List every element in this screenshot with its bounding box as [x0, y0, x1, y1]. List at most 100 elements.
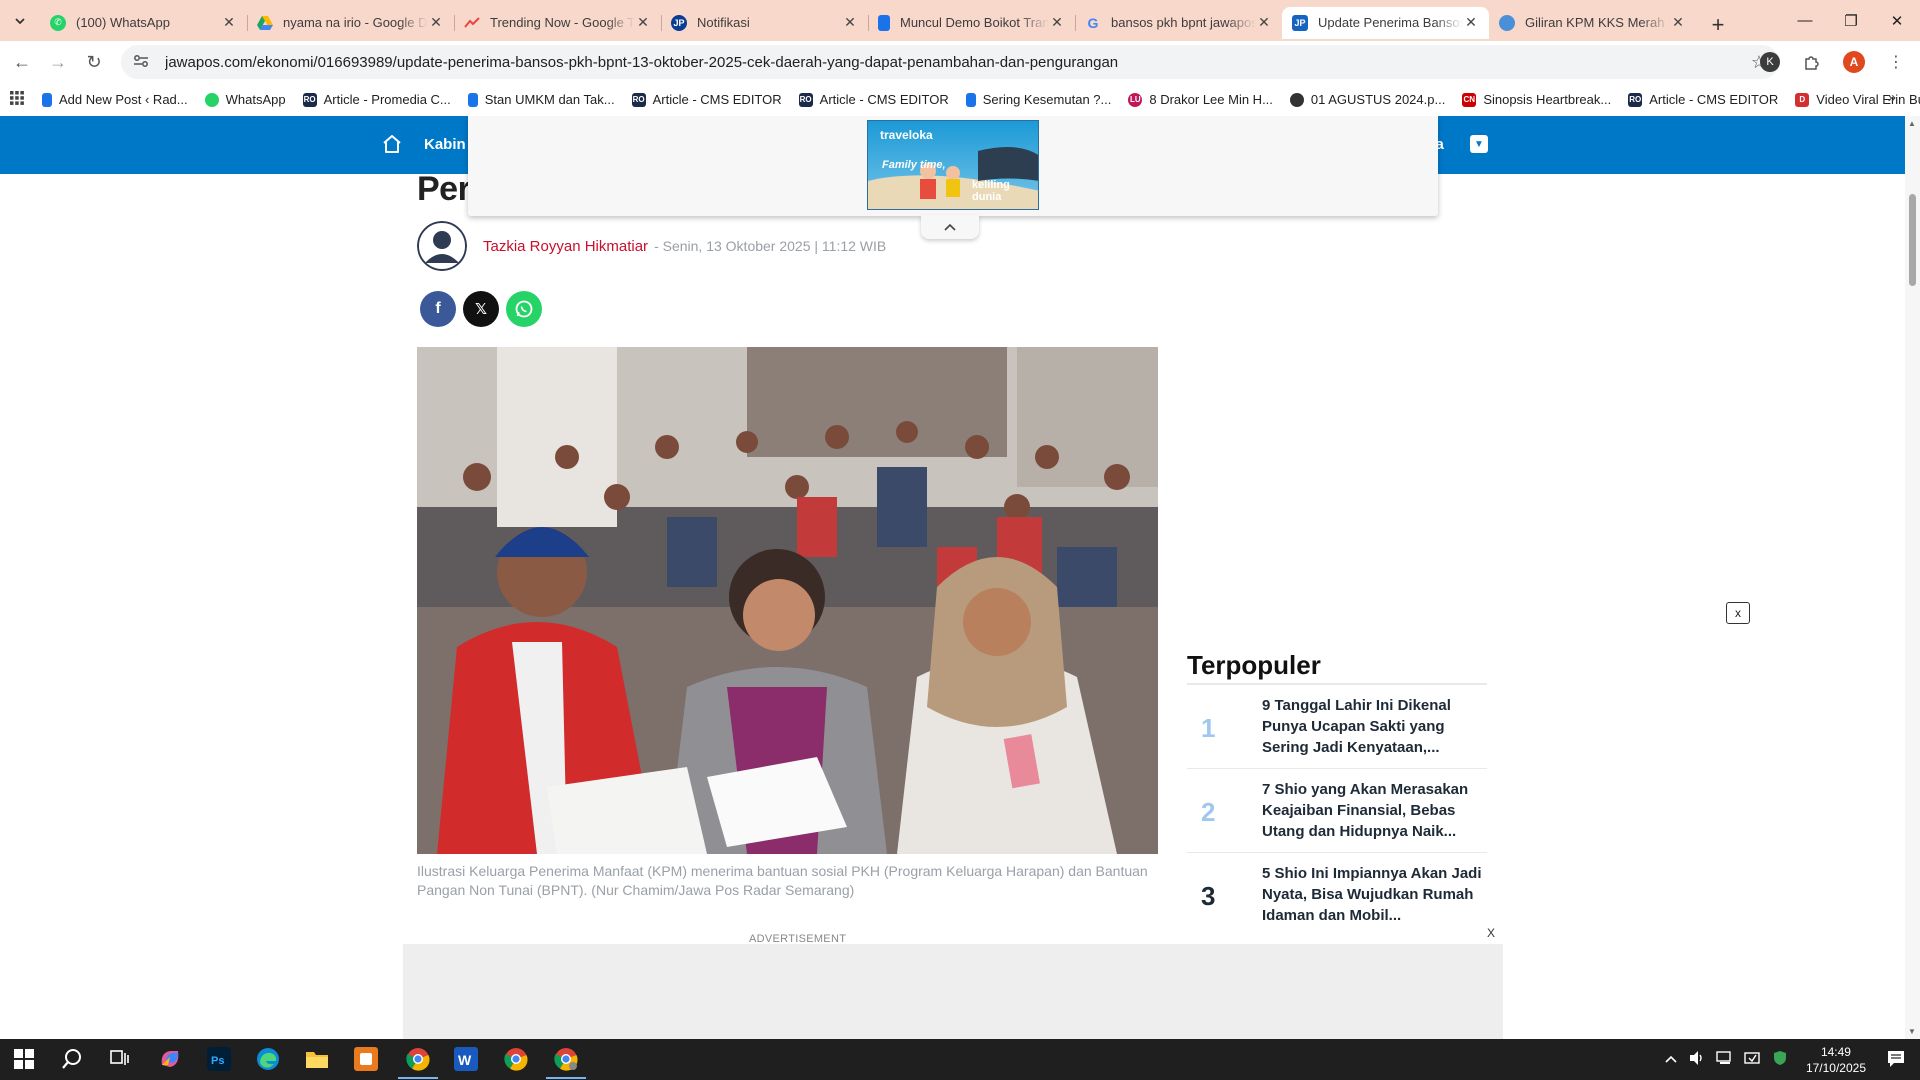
notification-center-icon[interactable] — [1886, 1049, 1906, 1069]
tab-google-search[interactable]: G bansos pkh bpnt jawapos ✕ — [1075, 7, 1282, 39]
nav-item-kabinet[interactable]: Kabin — [424, 136, 466, 153]
security-shield-icon[interactable] — [1772, 1050, 1788, 1069]
bottom-ad-close-button[interactable]: X — [1481, 924, 1501, 942]
bookmark-item[interactable]: D Video Viral Erin Bug... — [1795, 92, 1920, 107]
close-icon[interactable]: ✕ — [221, 14, 237, 31]
close-icon[interactable]: ✕ — [842, 14, 858, 31]
forward-button[interactable]: → — [40, 44, 76, 80]
bottom-ad-slot[interactable] — [403, 944, 1503, 1039]
tab-search-button[interactable] — [0, 0, 40, 41]
scroll-down-arrow-icon[interactable]: ▼ — [1908, 1027, 1916, 1036]
tab-notifikasi[interactable]: JP Notifikasi ✕ — [661, 7, 868, 39]
tab-update-penerima-bansos[interactable]: JP Update Penerima Bansos ✕ — [1282, 6, 1489, 39]
tray-overflow-chevron-icon[interactable] — [1664, 1052, 1678, 1067]
apps-grid-icon[interactable] — [10, 90, 24, 109]
extensions-puzzle-icon[interactable] — [1796, 46, 1828, 78]
taskbar-app-photoshop[interactable]: Ps — [205, 1045, 233, 1073]
bookmark-label: Sinopsis Heartbreak... — [1483, 92, 1612, 107]
battery-icon[interactable] — [1744, 1050, 1762, 1069]
ad-collapse-button[interactable] — [921, 215, 979, 239]
volume-icon[interactable] — [1688, 1050, 1706, 1069]
author-avatar[interactable] — [417, 221, 467, 271]
tab-whatsapp[interactable]: ✆ (100) WhatsApp ✕ — [40, 7, 247, 39]
article-headline: Per — [417, 170, 471, 208]
taskbar-app-word[interactable]: W — [452, 1045, 480, 1073]
side-ad-close-button[interactable]: x — [1726, 602, 1750, 624]
task-view-button[interactable] — [106, 1045, 134, 1073]
bookmark-label: Article - CMS EDITOR — [819, 92, 949, 107]
whatsapp-icon — [515, 300, 533, 318]
profile-avatar[interactable]: A — [1843, 51, 1865, 73]
back-button[interactable]: ← — [4, 44, 40, 80]
taskbar-app-file-explorer[interactable] — [303, 1045, 331, 1073]
close-icon[interactable]: ✕ — [1256, 14, 1272, 31]
bookmark-label: WhatsApp — [225, 92, 286, 107]
bookmark-item[interactable]: RO Article - CMS EDITOR — [798, 92, 949, 107]
address-bar[interactable]: jawapos.com/ekonomi/016693989/update-pen… — [121, 45, 1779, 79]
scroll-up-arrow-icon[interactable]: ▲ — [1908, 119, 1916, 128]
more-menu-icon[interactable]: ⋮ — [1880, 46, 1912, 78]
facebook-share-button[interactable]: f — [420, 291, 456, 327]
taskbar-app-orange[interactable] — [352, 1045, 380, 1073]
bookmark-item[interactable]: Sering Kesemutan ?... — [965, 92, 1111, 107]
taskbar-app-chrome-profile[interactable] — [546, 1045, 586, 1079]
scrollbar-thumb[interactable] — [1909, 194, 1916, 286]
bookmark-item[interactable]: RO Article - CMS EDITOR — [631, 92, 782, 107]
page-scrollbar[interactable]: ▲ ▼ — [1905, 116, 1920, 1039]
close-icon[interactable]: ✕ — [635, 14, 651, 31]
bookmark-item[interactable]: Add New Post ‹ Rad... — [42, 92, 188, 107]
tab-google-drive[interactable]: nyama na irio - Google Drive ✕ — [247, 7, 454, 39]
caret-down-icon[interactable]: ▼ — [1470, 135, 1488, 153]
reload-button[interactable]: ↻ — [76, 44, 112, 80]
bookmark-item[interactable]: 01 AGUSTUS 2024.p... — [1289, 92, 1446, 107]
close-window-button[interactable]: ✕ — [1874, 0, 1920, 41]
bookmark-item[interactable]: RO Article - CMS EDITOR — [1628, 92, 1778, 107]
bookmarks-overflow-icon[interactable]: » — [1888, 89, 1896, 106]
taskbar-app-copilot[interactable] — [156, 1045, 184, 1073]
restore-button[interactable]: ❐ — [1828, 0, 1874, 41]
bookmark-item[interactable]: CN Sinopsis Heartbreak... — [1462, 92, 1611, 107]
search-button[interactable] — [58, 1045, 86, 1073]
url-text[interactable]: jawapos.com/ekonomi/016693989/update-pen… — [165, 54, 1751, 71]
doc-icon — [965, 92, 976, 107]
taskbar-clock[interactable]: 14:49 17/10/2025 — [1806, 1044, 1866, 1076]
extension-k-icon[interactable]: K — [1760, 52, 1780, 72]
start-button[interactable] — [10, 1045, 38, 1073]
tab-google-trends[interactable]: Trending Now - Google Trends ✕ — [454, 7, 661, 39]
network-icon[interactable] — [1716, 1050, 1734, 1069]
popular-item[interactable]: 3 5 Shio Ini Impiannya Akan Jadi Nyata, … — [1187, 853, 1487, 937]
popular-title[interactable]: 7 Shio yang Akan Merasakan Keajaiban Fin… — [1262, 779, 1484, 842]
tab-giliran-kpm[interactable]: Giliran KPM KKS Merah P ✕ — [1489, 7, 1696, 39]
close-icon[interactable]: ✕ — [428, 14, 444, 31]
bookmark-label: Add New Post ‹ Rad... — [59, 92, 188, 107]
toolbar-right: K A ⋮ — [1754, 46, 1912, 78]
taskbar-app-chrome[interactable] — [502, 1045, 530, 1073]
minimize-button[interactable]: — — [1782, 0, 1828, 41]
whatsapp-share-button[interactable] — [506, 291, 542, 327]
close-icon[interactable]: ✕ — [1670, 14, 1686, 31]
popular-item[interactable]: 2 7 Shio yang Akan Merasakan Keajaiban F… — [1187, 769, 1487, 853]
taskbar-app-chrome-active[interactable] — [398, 1045, 438, 1079]
bookmark-label: 01 AGUSTUS 2024.p... — [1310, 92, 1446, 107]
bookmark-item[interactable]: Stan UMKM dan Tak... — [467, 92, 615, 107]
close-icon[interactable]: ✕ — [1049, 14, 1065, 31]
author-name[interactable]: Tazkia Royyan Hikmatiar — [483, 238, 648, 255]
traveloka-ad-banner[interactable]: traveloka Family time, keliling dunia — [867, 120, 1039, 210]
bookmark-item[interactable]: RO Article - Promedia C... — [302, 92, 451, 107]
taskbar-app-edge[interactable] — [254, 1045, 282, 1073]
home-icon[interactable] — [380, 132, 404, 156]
popular-title[interactable]: 9 Tanggal Lahir Ini Dikenal Punya Ucapan… — [1262, 695, 1484, 758]
popular-item[interactable]: 1 9 Tanggal Lahir Ini Dikenal Punya Ucap… — [1187, 685, 1487, 769]
new-tab-button[interactable]: + — [1700, 9, 1736, 41]
popular-title[interactable]: 5 Shio Ini Impiannya Akan Jadi Nyata, Bi… — [1262, 863, 1484, 926]
bookmark-item[interactable]: LU 8 Drakor Lee Min H... — [1128, 92, 1273, 107]
x-share-button[interactable]: 𝕏 — [463, 291, 499, 327]
bookmark-item[interactable]: WhatsApp — [204, 92, 286, 107]
site-info-icon[interactable] — [133, 54, 153, 71]
tab-muncul-demo[interactable]: Muncul Demo Boikot Tran ✕ — [868, 7, 1075, 39]
ad-brand: traveloka — [880, 128, 933, 142]
window-controls: — ❐ ✕ — [1782, 0, 1920, 41]
svg-text:Ps: Ps — [211, 1055, 224, 1067]
task-view-icon — [110, 1050, 129, 1065]
close-icon[interactable]: ✕ — [1463, 14, 1479, 31]
